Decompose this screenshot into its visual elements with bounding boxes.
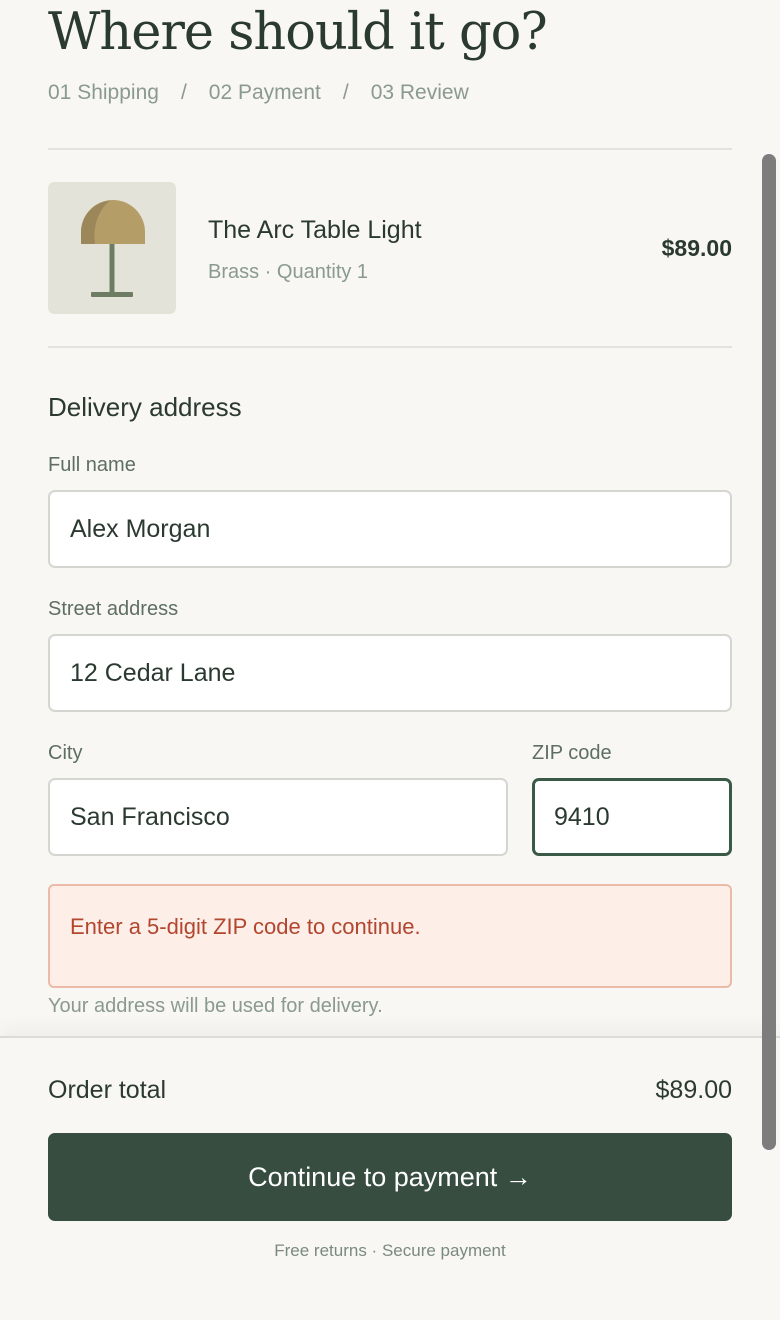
delivery-address-heading: Delivery address: [48, 392, 242, 422]
divider: [48, 346, 732, 348]
city-input[interactable]: [48, 778, 508, 856]
step-separator: /: [342, 81, 349, 104]
step-separator: /: [180, 81, 187, 104]
order-total-label: Order total: [48, 1076, 167, 1104]
zip-error-message: Enter a 5-digit ZIP code to continue.: [70, 914, 421, 939]
footer-fine-print: Free returns · Secure payment: [274, 1241, 506, 1260]
zip-code-input[interactable]: [532, 778, 732, 856]
full-name-input[interactable]: [48, 490, 732, 568]
city-label: City: [48, 742, 83, 764]
scrollbar-thumb[interactable]: [762, 154, 776, 1150]
street-address-input[interactable]: [48, 634, 732, 712]
product-thumbnail: [48, 182, 176, 314]
zip-error-alert: Enter a 5-digit ZIP code to continue.: [48, 884, 732, 988]
continue-to-payment-button[interactable]: Continue to payment →: [48, 1133, 732, 1221]
step-payment[interactable]: 02 Payment: [209, 81, 321, 105]
divider: [48, 148, 732, 150]
address-helper-text: Your address will be used for delivery.: [48, 995, 383, 1017]
step-review[interactable]: 03 Review: [371, 81, 469, 105]
checkout-steps-breadcrumb: 01 Shipping / 02 Payment / 03 Review: [48, 78, 469, 108]
checkout-page: Where should it go? 01 Shipping / 02 Pay…: [0, 0, 780, 1320]
table-lamp-icon: [81, 200, 145, 297]
street-address-label: Street address: [48, 598, 179, 620]
product-variant-quantity: Brass · Quantity 1: [208, 261, 369, 283]
step-shipping[interactable]: 01 Shipping: [48, 81, 159, 105]
full-name-label: Full name: [48, 454, 136, 476]
product-price: $89.00: [661, 235, 732, 261]
page-title: Where should it go?: [48, 3, 548, 62]
order-total-value: $89.00: [655, 1076, 732, 1104]
product-name: The Arc Table Light: [208, 216, 422, 244]
zip-code-label: ZIP code: [532, 742, 612, 764]
